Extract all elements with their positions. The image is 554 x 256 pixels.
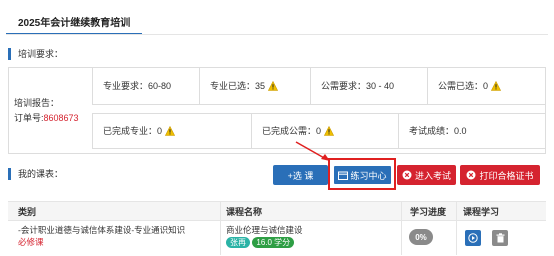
- public-selected-value: 0: [483, 81, 489, 91]
- column-header-course-name: 课程名称: [226, 207, 263, 217]
- prof-required-cell: 专业要求：60-80: [92, 67, 200, 105]
- prof-selected-label: 专业已选：: [210, 81, 256, 91]
- exam-score-value: 0.0: [454, 126, 467, 136]
- tab-training[interactable]: 2025年会计继续教育培训: [6, 5, 142, 35]
- print-certificate-button[interactable]: 打印合格证书: [460, 165, 540, 185]
- public-required: 公需要求：30 - 40: [321, 81, 395, 91]
- highlight-box: [328, 158, 396, 190]
- order-number: 8608673: [43, 113, 79, 123]
- prof-completed-label: 已完成专业：: [103, 126, 158, 136]
- column-header-study: 课程学习: [463, 207, 500, 217]
- required-label: 必修课: [18, 237, 44, 247]
- requirements-title: 培训要求：: [8, 48, 63, 60]
- print-certificate-label: 打印合格证书: [479, 170, 534, 181]
- play-button[interactable]: [465, 230, 481, 246]
- order-label: 订单号:: [14, 113, 44, 123]
- course-name-cell: 商业伦理与诚信建设 张再 16.0 学分: [226, 224, 303, 248]
- category-cell: -会计职业道德与诚信体系建设-专业通识知识 必修课: [18, 224, 185, 248]
- column-header-progress: 学习进度: [410, 207, 447, 217]
- prof-required: 专业要求：60-80: [103, 81, 172, 91]
- enter-exam-label: 进入考试: [414, 170, 451, 181]
- warning-icon: [268, 81, 279, 91]
- tag-type: 张再: [226, 237, 250, 248]
- exam-score-cell: 考试成绩： 0.0: [398, 113, 546, 149]
- enter-exam-button[interactable]: 进入考试: [397, 165, 456, 185]
- play-icon: [468, 233, 478, 243]
- prof-completed-cell: 已完成专业： 0: [92, 113, 252, 149]
- close-circle-icon: [466, 170, 476, 180]
- tab-label: 2025年会计继续教育培训: [18, 18, 131, 29]
- category-text: -会计职业道德与诚信体系建设-专业通识知识: [18, 225, 186, 235]
- prof-completed-value: 0: [157, 126, 163, 136]
- prof-selected-value: 35: [255, 81, 266, 91]
- courses-title: 我的课表：: [8, 168, 63, 180]
- tab-divider: [6, 34, 548, 35]
- exam-score-label: 考试成绩：: [409, 126, 455, 136]
- public-required-cell: 公需要求：30 - 40: [310, 67, 428, 105]
- select-course-button[interactable]: +选 课: [273, 165, 328, 185]
- order-line: 订单号:8608673: [14, 111, 79, 126]
- warning-icon: [491, 81, 502, 91]
- public-completed-label: 已完成公需：: [262, 126, 317, 136]
- warning-icon: [165, 126, 176, 136]
- report-label: 培训报告：: [14, 98, 60, 108]
- course-tags: 张再 16.0 学分: [226, 236, 303, 248]
- progress-badge: 0%: [409, 229, 433, 245]
- public-completed-value: 0: [316, 126, 322, 136]
- trash-icon: [496, 233, 504, 243]
- training-report: 培训报告： 订单号:8608673: [14, 96, 79, 126]
- warning-icon: [324, 126, 335, 136]
- course-name[interactable]: 商业伦理与诚信建设: [226, 224, 303, 236]
- prof-selected-cell: 专业已选： 35: [199, 67, 311, 105]
- close-circle-icon: [402, 170, 412, 180]
- column-header-category: 类别: [18, 207, 37, 217]
- public-selected-cell: 公需已选： 0: [427, 67, 546, 105]
- tag-credits: 16.0 学分: [252, 237, 295, 248]
- public-selected-label: 公需已选：: [438, 81, 484, 91]
- delete-button[interactable]: [492, 230, 508, 246]
- public-completed-cell: 已完成公需： 0: [251, 113, 399, 149]
